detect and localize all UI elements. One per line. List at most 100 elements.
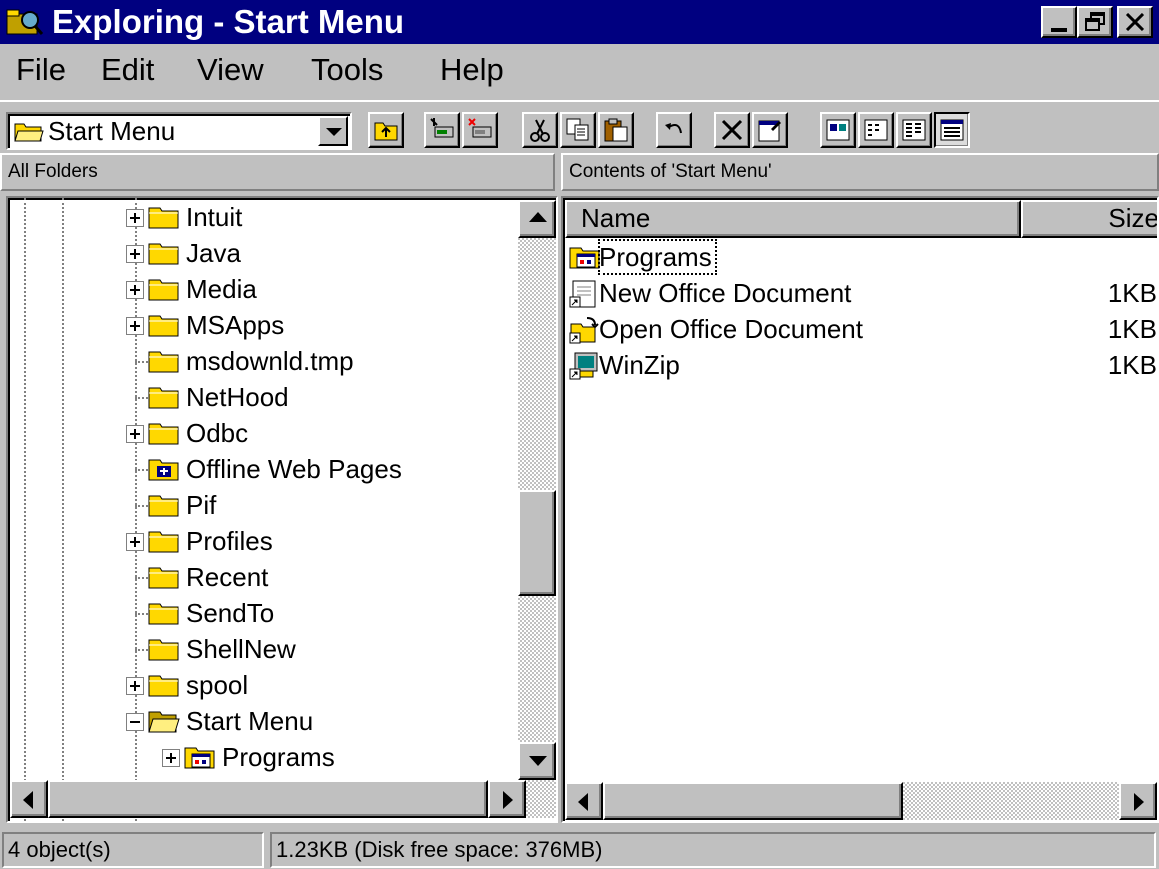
- folder-icon: [148, 348, 180, 374]
- folder-icon: [148, 204, 180, 230]
- menu-file[interactable]: File: [16, 48, 66, 92]
- expand-icon[interactable]: [162, 749, 180, 767]
- menu-edit[interactable]: Edit: [101, 48, 154, 92]
- expand-icon[interactable]: [126, 677, 144, 695]
- scroll-left-button[interactable]: [565, 782, 603, 820]
- collapse-icon[interactable]: [126, 713, 144, 731]
- tree-item-label: MSApps: [186, 310, 285, 340]
- tree-vertical-scrollbar[interactable]: [518, 200, 556, 780]
- tree-item[interactable]: msdownld.tmp: [8, 344, 513, 380]
- map-network-drive-button[interactable]: [424, 112, 460, 148]
- tree-horizontal-scrollbar[interactable]: [10, 780, 556, 818]
- tree-item[interactable]: Offline Web Pages: [8, 452, 513, 488]
- program-group-icon: [184, 744, 216, 770]
- tree-item-label: Media: [186, 274, 257, 304]
- tree-item[interactable]: SendTo: [8, 596, 513, 632]
- properties-button[interactable]: [752, 112, 788, 148]
- column-header-name[interactable]: Name: [565, 200, 1021, 238]
- tree-item-label: spool: [186, 670, 249, 700]
- cut-button[interactable]: [522, 112, 558, 148]
- expand-icon[interactable]: [126, 317, 144, 335]
- tree-item[interactable]: Java: [8, 236, 513, 272]
- minimize-button[interactable]: [1041, 6, 1077, 38]
- up-one-level-button[interactable]: [368, 112, 404, 148]
- scroll-right-button[interactable]: [1119, 782, 1157, 820]
- details-view-button[interactable]: [934, 112, 970, 148]
- tree-item[interactable]: Recent: [8, 560, 513, 596]
- tree-item-label: NetHood: [186, 382, 289, 412]
- scroll-up-button[interactable]: [518, 200, 556, 238]
- tree-item[interactable]: MSApps: [8, 308, 513, 344]
- list-item-size: 1KB: [1107, 314, 1157, 344]
- folder-icon: [148, 528, 180, 554]
- list-hscroll-thumb[interactable]: [603, 782, 903, 820]
- expand-icon[interactable]: [126, 533, 144, 551]
- tree-item-label: Start Menu: [186, 706, 314, 736]
- list-item[interactable]: WinZip 1KB: [565, 348, 1157, 384]
- tree-item[interactable]: Odbc: [8, 416, 513, 452]
- close-button[interactable]: [1117, 6, 1153, 38]
- address-dropdown-button[interactable]: [318, 116, 348, 146]
- address-text: Start Menu: [48, 116, 176, 146]
- menu-view[interactable]: View: [197, 48, 264, 92]
- list-view-button[interactable]: [896, 112, 932, 148]
- expand-icon[interactable]: [126, 245, 144, 263]
- small-icons-button[interactable]: [858, 112, 894, 148]
- expand-icon[interactable]: [126, 209, 144, 227]
- scroll-down-button[interactable]: [518, 742, 556, 780]
- undo-button[interactable]: [656, 112, 692, 148]
- list-item-size: 1KB: [1107, 278, 1157, 308]
- address-combobox[interactable]: Start Menu: [6, 112, 352, 150]
- title-bar[interactable]: Exploring - Start Menu: [0, 0, 1159, 44]
- tree-item-label: Offline Web Pages: [186, 454, 402, 484]
- list-item-name: Programs: [598, 239, 717, 275]
- expand-icon[interactable]: [126, 425, 144, 443]
- tree-item-label: SendTo: [186, 598, 275, 628]
- folder-icon: [148, 384, 180, 410]
- tree-scroll-thumb[interactable]: [518, 490, 556, 596]
- folder-icon: [148, 636, 180, 662]
- winzip-shortcut-icon: [569, 352, 599, 380]
- tree-item[interactable]: Intuit: [8, 200, 513, 236]
- map-drive-icon: [430, 118, 454, 138]
- tree-item[interactable]: spool: [8, 668, 513, 704]
- disconnect-drive-button[interactable]: [462, 112, 498, 148]
- tree-item[interactable]: Pif: [8, 488, 513, 524]
- shortcut-icon: [569, 280, 599, 308]
- minimize-icon: [1051, 28, 1067, 32]
- undo-icon: [665, 123, 682, 134]
- tree-item-label: Programs: [222, 742, 335, 772]
- copy-button[interactable]: [560, 112, 596, 148]
- tree-item[interactable]: ShellNew: [8, 632, 513, 668]
- list-item[interactable]: Programs: [565, 239, 1157, 276]
- restore-button[interactable]: [1077, 6, 1113, 38]
- status-bar: 4 object(s) 1.23KB (Disk free space: 376…: [0, 828, 1159, 869]
- scroll-left-button[interactable]: [10, 780, 48, 818]
- tree-item[interactable]: Programs: [8, 740, 513, 776]
- status-object-count: 4 object(s): [2, 832, 264, 868]
- tree-hscroll-thumb[interactable]: [48, 780, 488, 818]
- close-icon: [1125, 13, 1145, 31]
- list-horizontal-scrollbar[interactable]: [565, 782, 1157, 820]
- column-header-size[interactable]: Size: [1021, 200, 1157, 238]
- paste-button[interactable]: [598, 112, 634, 148]
- tree-item[interactable]: Start Menu: [8, 704, 513, 740]
- delete-button[interactable]: [714, 112, 750, 148]
- folder-tree[interactable]: Intuit Java Media MSApps msdownld.tmp NetHood…: [6, 196, 558, 823]
- folder-icon: [148, 420, 180, 446]
- offline-web-pages-icon: [148, 456, 180, 482]
- scroll-right-button[interactable]: [488, 780, 526, 818]
- details-view-icon: [940, 119, 964, 141]
- large-icons-button[interactable]: [820, 112, 856, 148]
- tree-item[interactable]: Media: [8, 272, 513, 308]
- contents-list[interactable]: Name Size Programs New Office Document 1KB…: [561, 196, 1159, 823]
- menu-tools[interactable]: Tools: [311, 48, 383, 92]
- large-icons-icon: [826, 119, 850, 141]
- list-item[interactable]: Open Office Document 1KB: [565, 312, 1157, 348]
- disconnect-drive-icon: [468, 118, 492, 138]
- tree-item[interactable]: NetHood: [8, 380, 513, 416]
- list-item[interactable]: New Office Document 1KB: [565, 276, 1157, 312]
- tree-item[interactable]: Profiles: [8, 524, 513, 560]
- expand-icon[interactable]: [126, 281, 144, 299]
- menu-help[interactable]: Help: [440, 48, 504, 92]
